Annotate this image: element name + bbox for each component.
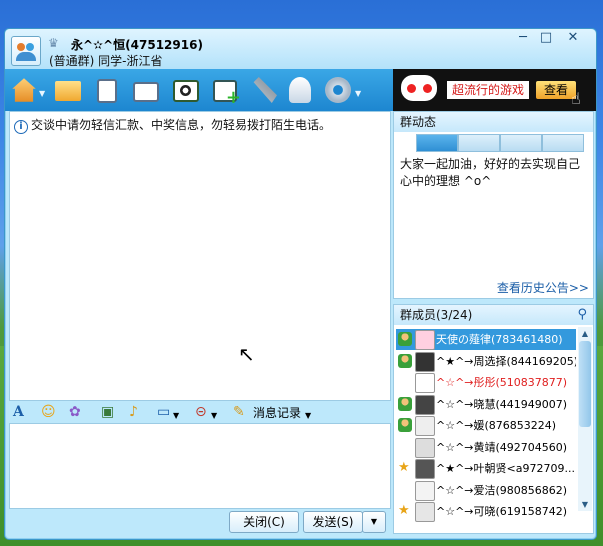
member-row[interactable]: ★ ^★^→叶朝贤<a972709... <box>396 458 576 479</box>
member-status-icon <box>398 396 412 411</box>
send-button[interactable]: 发送(S) <box>303 511 363 533</box>
member-name: 天使の薤律(783461480) <box>436 333 563 346</box>
chevron-down-icon[interactable]: ▼ <box>211 408 217 424</box>
hand-cursor-icon: ☝ <box>571 89 581 108</box>
member-row[interactable]: ^☆^→爱洁(980856862) <box>396 480 576 501</box>
group-announcement-text: 大家一起加油，好好的去实现自己心中的理想 ^o^ <box>400 157 581 188</box>
member-name: ^☆^→彤彤(510837877) <box>436 376 568 389</box>
member-status-icon <box>398 440 412 454</box>
security-notice-text: 交谈中请勿轻信汇款、中奖信息，勿轻易拨打陌生电话。 <box>31 118 332 132</box>
gear-icon[interactable] <box>325 77 351 103</box>
message-input[interactable] <box>9 423 391 509</box>
admin-star-icon: ★ <box>398 503 410 518</box>
scroll-down-icon[interactable]: ▼ <box>578 498 592 511</box>
group-news-title: 群动态 <box>394 112 593 132</box>
search-icon[interactable]: ⚲ <box>577 307 587 322</box>
member-row[interactable]: ★ ^☆^→可晓(619158742) <box>396 501 576 522</box>
ad-game-label[interactable]: 超流行的游戏 <box>447 81 529 99</box>
member-status-icon <box>398 332 412 346</box>
message-display-area[interactable]: i 交谈中请勿轻信汇款、中奖信息，勿轻易拨打陌生电话。 ↖ <box>9 111 391 401</box>
group-members-panel: 群成员(3/24) ⚲ 天使の薤律(783461480) ^★^→周选择(8441… <box>393 304 594 534</box>
member-avatar <box>415 459 435 479</box>
member-status-icon <box>398 418 412 432</box>
member-row[interactable]: ^☆^→黄靖(492704560) <box>396 437 576 458</box>
member-avatar <box>415 502 435 522</box>
member-row[interactable]: 天使の薤律(783461480) <box>396 329 576 350</box>
group-news-panel: 群动态 大家一起加油，好好的去实现自己心中的理想 ^o^ 查看历史公告>> <box>393 111 594 299</box>
member-avatar <box>415 437 435 458</box>
mouse-cursor-icon: ↖ <box>238 342 255 366</box>
member-avatar <box>415 394 435 415</box>
history-announcement-link[interactable]: 查看历史公告>> <box>497 279 589 296</box>
game-ad-banner[interactable]: 超流行的游戏 查看 ☝ <box>393 69 596 111</box>
screenshot-icon[interactable]: ▭ <box>157 404 170 420</box>
member-name: ^★^→周选择(844169205) <box>436 354 576 368</box>
format-toolbar: A ☺ ✿ ▣ ♪ ▭ ▼ ⊝ ▼ ✎ 消息记录 ▼ <box>9 401 389 423</box>
member-row[interactable]: ^☆^→晓慧(441949007) <box>396 394 576 415</box>
close-button[interactable]: 关闭(C) <box>229 511 299 533</box>
crown-icon: ♛ <box>48 36 59 50</box>
member-avatar <box>415 351 435 372</box>
add-app-icon[interactable] <box>213 80 241 108</box>
member-avatar <box>415 416 435 436</box>
history-button[interactable]: 消息记录 <box>253 405 301 421</box>
member-avatar <box>415 480 435 501</box>
tab-square[interactable] <box>458 134 500 152</box>
document-icon[interactable] <box>97 79 117 103</box>
member-settings-icon[interactable] <box>289 77 311 103</box>
gamepad-icon <box>401 75 437 101</box>
chevron-down-icon[interactable]: ▼ <box>305 408 311 424</box>
group-members-title: 群成员(3/24) <box>394 305 593 325</box>
close-icon[interactable]: ✕ <box>562 31 584 45</box>
group-news-tabs <box>394 134 593 152</box>
member-row[interactable]: ^★^→周选择(844169205) <box>396 351 576 372</box>
send-options-chevron-icon[interactable]: ▼ <box>362 511 386 533</box>
scroll-up-icon[interactable]: ▲ <box>578 327 592 340</box>
member-name: ^☆^→可晓(619158742) <box>436 505 568 518</box>
tab-announcement[interactable] <box>416 134 458 152</box>
member-status-icon <box>398 375 412 389</box>
member-name: ^☆^→黄靖(492704560) <box>436 440 568 454</box>
tab-more[interactable] <box>542 134 584 152</box>
member-row[interactable]: ^☆^→媛(876853224) <box>396 415 576 436</box>
security-notice: i 交谈中请勿轻信汇款、中奖信息，勿轻易拨打陌生电话。 <box>14 116 331 134</box>
chevron-down-icon[interactable]: ▼ <box>173 408 179 424</box>
image-icon[interactable]: ▣ <box>101 404 114 420</box>
member-name: ^☆^→晓慧(441949007) <box>436 397 568 411</box>
info-icon: i <box>14 120 28 134</box>
chevron-down-icon[interactable]: ▼ <box>39 89 45 98</box>
group-chat-window: ♛ 永^✫^恒(47512916) (普通群) 同学-浙江省 ─ □ ✕ ▼ ▼… <box>4 28 597 540</box>
group-subtitle: (普通群) 同学-浙江省 <box>49 54 163 68</box>
emoticon-icon[interactable]: ☺ <box>41 404 56 420</box>
tab-list[interactable] <box>500 134 542 152</box>
scroll-thumb[interactable] <box>579 341 591 427</box>
member-scrollbar[interactable]: ▲ ▼ <box>578 327 592 511</box>
soccer-icon[interactable] <box>173 80 199 102</box>
group-name: 永^✫^恒(47512916) <box>71 38 203 52</box>
chevron-down-icon[interactable]: ▼ <box>355 89 361 98</box>
block-icon[interactable]: ⊝ <box>195 404 207 420</box>
folder-icon[interactable] <box>55 81 81 101</box>
member-status-icon <box>398 353 412 368</box>
member-avatar <box>415 330 435 350</box>
member-name: ^☆^→爱洁(980856862) <box>436 483 568 497</box>
minimize-icon[interactable]: ─ <box>512 31 534 45</box>
member-name: ^☆^→媛(876853224) <box>436 419 557 432</box>
history-icon[interactable]: ✎ <box>233 404 245 420</box>
member-status-icon <box>398 483 412 497</box>
admin-star-icon: ★ <box>398 460 410 475</box>
card-icon[interactable] <box>133 82 159 102</box>
ad-view-button[interactable]: 查看 <box>536 81 576 99</box>
maximize-icon[interactable]: □ <box>535 31 557 45</box>
member-avatar <box>415 373 435 393</box>
group-avatar-icon[interactable] <box>11 36 41 66</box>
tools-icon[interactable] <box>253 77 277 103</box>
member-name: ^★^→叶朝贤<a972709... <box>436 462 575 475</box>
member-row[interactable]: ^☆^→彤彤(510837877) <box>396 372 576 393</box>
title-bar[interactable]: ♛ 永^✫^恒(47512916) (普通群) 同学-浙江省 ─ □ ✕ <box>5 29 596 69</box>
home-icon[interactable] <box>12 78 36 102</box>
magic-emoticon-icon[interactable]: ✿ <box>69 404 81 420</box>
font-icon[interactable]: A <box>13 404 24 420</box>
shake-icon[interactable]: ♪ <box>129 404 138 420</box>
